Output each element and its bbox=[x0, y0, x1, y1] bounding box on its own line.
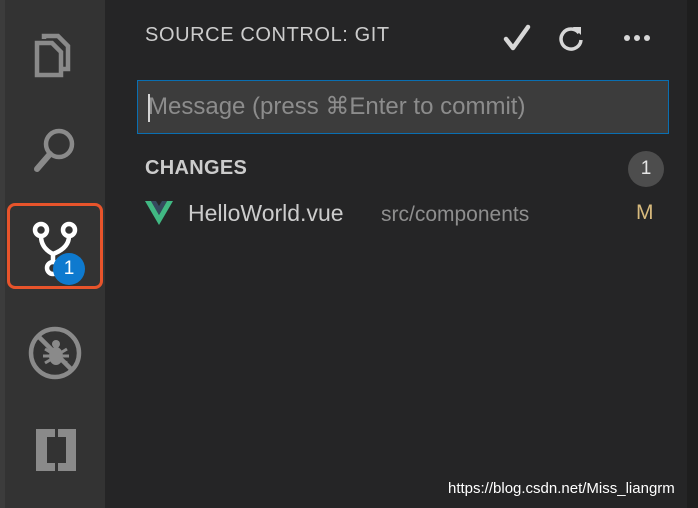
source-control-badge: 1 bbox=[53, 253, 85, 285]
activity-source-control[interactable]: 1 bbox=[5, 200, 105, 296]
text-cursor bbox=[148, 94, 150, 122]
activity-bar: 1 bbox=[5, 0, 105, 508]
extensions-icon bbox=[36, 429, 76, 471]
commit-message-box bbox=[137, 80, 669, 134]
panel-title: SOURCE CONTROL: GIT bbox=[145, 24, 390, 46]
file-status-modified: M bbox=[636, 201, 654, 224]
files-icon bbox=[34, 33, 71, 78]
changes-count-badge: 1 bbox=[628, 151, 664, 187]
activity-explorer[interactable] bbox=[5, 2, 105, 98]
source-control-panel: SOURCE CONTROL: GIT CHANGES 1 bbox=[105, 0, 687, 508]
activity-search[interactable] bbox=[5, 100, 105, 196]
more-icon bbox=[624, 35, 650, 41]
changes-group-label[interactable]: CHANGES bbox=[145, 157, 247, 180]
vue-icon bbox=[145, 201, 173, 225]
changed-file-row[interactable]: HelloWorld.vue src/components M bbox=[105, 194, 687, 234]
scrollbar[interactable] bbox=[687, 0, 698, 508]
file-name: HelloWorld.vue bbox=[188, 200, 344, 226]
more-actions-button[interactable] bbox=[617, 18, 657, 58]
activity-debug[interactable] bbox=[5, 302, 105, 398]
commit-button[interactable] bbox=[497, 18, 537, 58]
search-icon bbox=[34, 128, 75, 172]
refresh-icon bbox=[559, 27, 583, 51]
checkmark-icon bbox=[503, 24, 531, 51]
activity-extensions[interactable] bbox=[5, 400, 105, 496]
debug-icon bbox=[28, 326, 82, 380]
commit-message-input[interactable] bbox=[138, 81, 668, 133]
refresh-button[interactable] bbox=[551, 18, 591, 58]
watermark-url: https://blog.csdn.net/Miss_liangrm bbox=[448, 480, 675, 497]
file-path: src/components bbox=[381, 203, 530, 226]
